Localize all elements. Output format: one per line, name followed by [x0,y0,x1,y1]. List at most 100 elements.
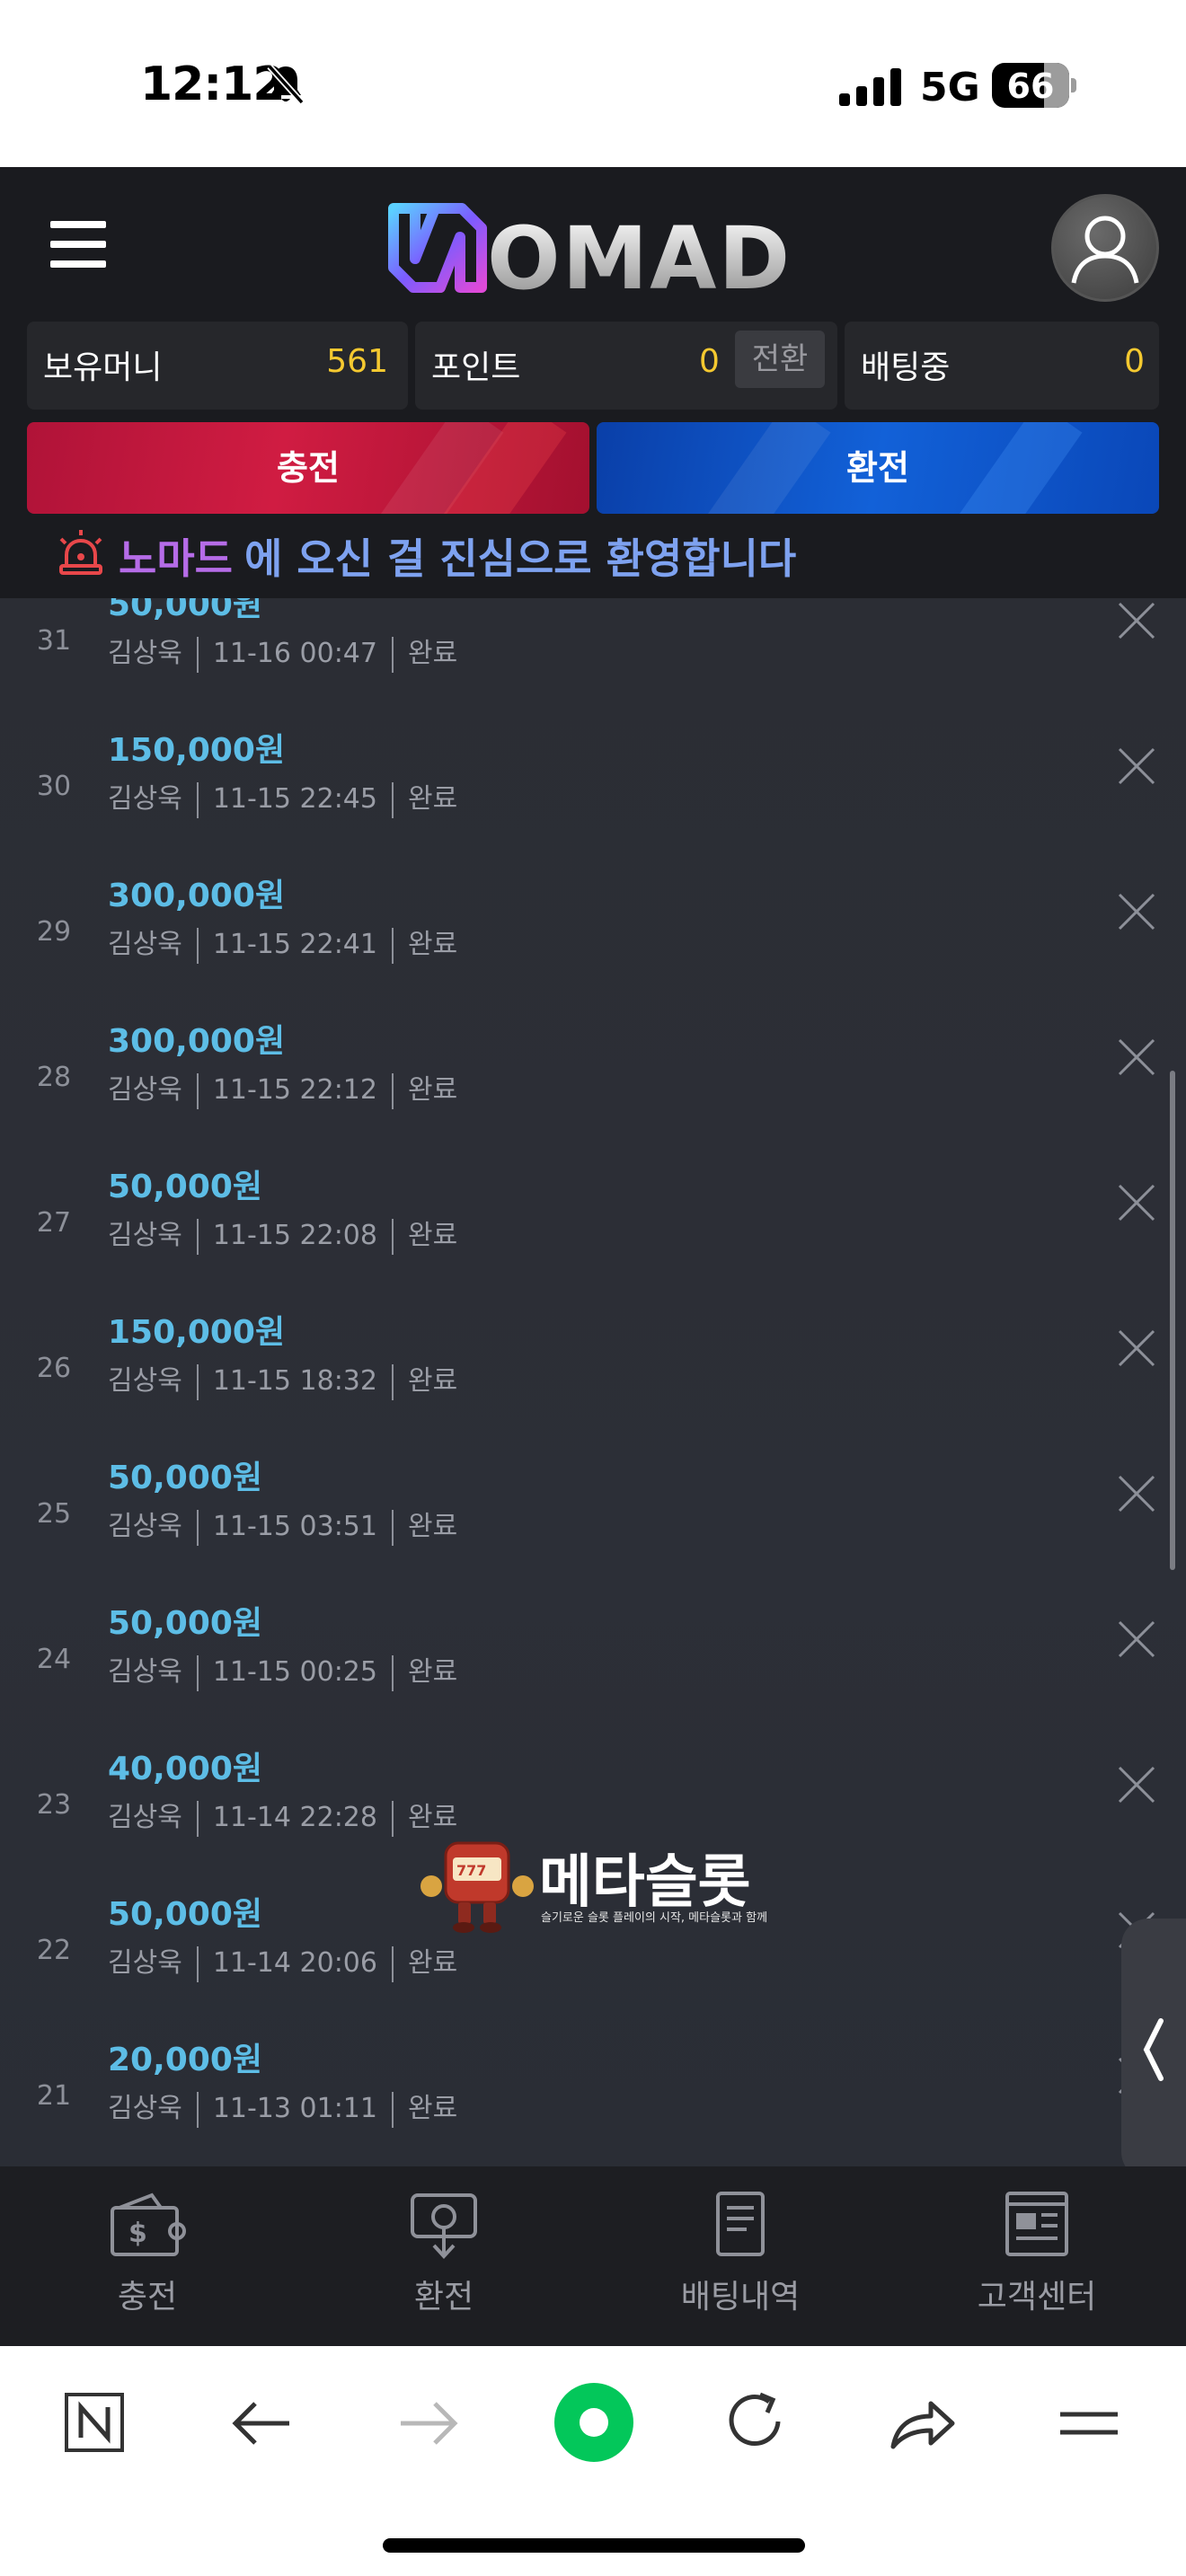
row-user-name: 김상욱 [108,1511,182,1542]
transaction-row[interactable]: 30 150,000원 김상욱 11-15 22:45 완료 [0,724,1186,869]
naver-home-icon[interactable] [553,2382,634,2463]
row-amount: 50,000원 [108,1896,263,1933]
withdraw-icon [411,2193,477,2259]
nav-betting-history[interactable]: 배팅내역 [651,2190,830,2325]
row-datetime: 11-15 03:51 [212,1511,377,1542]
row-status: 완료 [407,1074,458,1106]
side-panel-toggle[interactable] [1121,1919,1186,2179]
transaction-row[interactable]: 26 150,000원 김상욱 11-15 18:32 완료 [0,1306,1186,1451]
scrollbar[interactable] [1170,1071,1175,1570]
browser-toolbar [0,2346,1186,2576]
row-meta: 김상욱 11-15 18:32 완료 [108,1358,457,1400]
row-meta: 김상욱 11-15 22:08 완료 [108,1213,457,1255]
menu-icon[interactable] [50,221,106,268]
network-type: 5G [920,65,980,110]
transaction-row[interactable]: 28 300,000원 김상욱 11-15 22:12 완료 [0,1015,1186,1160]
transaction-list[interactable]: 31 50,000원 김상욱 11-16 00:47 완료 30 150,000원 김상욱 11… [0,598,1186,2166]
row-status: 완료 [407,1220,458,1251]
siren-icon [59,530,102,575]
convert-button[interactable]: 전환 [735,331,825,388]
delete-x-icon[interactable] [1116,1619,1157,1660]
betting-box: 배팅중 0 [845,322,1159,410]
betting-label: 배팅중 [861,349,951,386]
nav-customer-center-label: 고객센터 [977,2279,1097,2316]
welcome-brand: 노마드 [119,534,233,583]
row-meta: 김상욱 11-14 22:28 완료 [108,1795,457,1837]
nav-exchange-label: 환전 [413,2279,474,2316]
delete-x-icon[interactable] [1116,891,1157,932]
logo-text: OMAD [487,208,792,309]
row-datetime: 11-16 00:47 [212,638,377,669]
transaction-row[interactable]: 21 20,000원 김상욱 11-13 01:11 완료 [0,2033,1186,2166]
row-status: 완료 [407,783,458,815]
user-avatar[interactable] [1051,194,1159,302]
row-status: 완료 [407,1656,458,1688]
row-meta: 김상욱 11-15 03:51 완료 [108,1504,457,1546]
row-number: 25 [36,1498,72,1530]
nav-customer-center[interactable]: 고객센터 [947,2190,1127,2325]
exchange-button[interactable]: 환전 [597,422,1159,514]
news-icon [1005,2192,1068,2256]
refresh-icon[interactable] [721,2387,792,2459]
row-number: 31 [36,625,72,657]
row-amount: 50,000원 [108,1460,263,1496]
row-amount: 150,000원 [108,1314,286,1351]
row-meta: 김상욱 11-13 01:11 완료 [108,2086,457,2128]
delete-x-icon[interactable] [1116,1328,1157,1369]
row-amount: 300,000원 [108,1023,286,1060]
nav-charge[interactable]: $ 충전 [58,2190,237,2325]
row-amount: 300,000원 [108,878,286,914]
nomad-logo[interactable]: OMAD [388,203,798,309]
document-icon [716,2192,765,2256]
battery-level: 66 [1006,66,1055,106]
home-indicator [383,2538,805,2553]
row-number: 24 [36,1644,72,1675]
bell-muted-icon [267,64,305,105]
transaction-row[interactable]: 25 50,000원김상욱 11-15 03:51 완료 [0,1451,1186,1597]
nav-betting-history-label: 배팅내역 [680,2279,801,2316]
row-user-name: 김상욱 [108,2093,182,2124]
transaction-row[interactable]: 31 50,000원 김상욱 11-16 00:47 완료 [0,598,1186,724]
delete-x-icon[interactable] [1116,1473,1157,1514]
nav-exchange[interactable]: 환전 [354,2190,534,2325]
row-user-name: 김상욱 [108,1074,182,1106]
delete-x-icon[interactable] [1116,600,1157,641]
delete-x-icon[interactable] [1116,1037,1157,1078]
transaction-row[interactable]: 27 50,000원 김상욱 11-15 22:08 완료 [0,1160,1186,1306]
delete-x-icon[interactable] [1116,745,1157,787]
transaction-row[interactable]: 24 50,000원 김상욱 11-15 00:25 완료 [0,1597,1186,1742]
row-user-name: 김상욱 [108,1656,182,1688]
betting-value: 0 [1124,343,1145,380]
welcome-text: 에 오신 걸 진심으로 환영합니다 [244,534,797,583]
delete-x-icon[interactable] [1116,1182,1157,1223]
row-number: 28 [36,1062,72,1093]
row-amount: 20,000원 [108,2042,263,2078]
row-status: 완료 [407,929,458,960]
row-status: 완료 [407,1365,458,1397]
transaction-row[interactable]: 29 300,000원 김상욱 11-15 22:41 완료 [0,869,1186,1015]
row-status: 완료 [407,1511,458,1542]
row-meta: 김상욱 11-15 00:25 완료 [108,1649,457,1691]
row-user-name: 김상욱 [108,1802,182,1833]
row-number: 22 [36,1935,72,1966]
menu-lines-icon[interactable] [1053,2387,1125,2459]
balance-box: 보유머니 561 [27,322,408,410]
share-icon[interactable] [886,2387,958,2459]
charge-button[interactable]: 충전 [27,422,589,514]
row-datetime: 11-14 20:06 [212,1947,377,1979]
back-arrow-icon[interactable] [226,2387,298,2459]
row-meta: 김상욱 11-14 20:06 완료 [108,1940,457,1982]
tabs-icon[interactable] [59,2387,131,2459]
row-user-name: 김상욱 [108,638,182,669]
row-amount: 40,000원 [108,1751,263,1787]
row-datetime: 11-15 22:45 [212,783,377,815]
forward-arrow-icon[interactable] [392,2387,464,2459]
row-meta: 김상욱 11-15 22:41 완료 [108,922,457,964]
battery-icon: 66 [992,63,1078,108]
svg-text:$: $ [128,2218,147,2249]
watermark: 777 메타슬롯 슬기로운 슬롯 플레이의 시작, 메타슬롯과 함께 [419,1831,778,1938]
delete-x-icon[interactable] [1116,1764,1157,1805]
row-datetime: 11-15 22:41 [212,929,377,960]
cellular-signal-icon [839,68,901,106]
row-status: 완료 [407,2093,458,2124]
